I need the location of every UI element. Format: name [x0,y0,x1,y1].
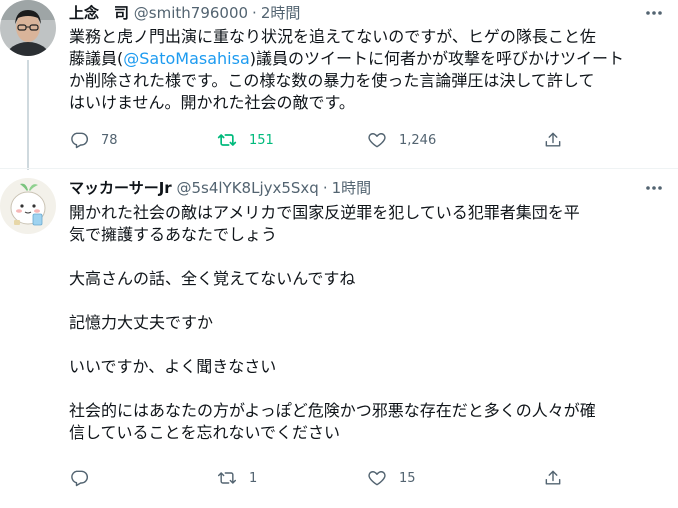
avatar[interactable] [0,0,56,56]
tweet-text: 業務と虎ノ門出演に重なり状況を追えてないのですが、ヒゲの隊長こと佐 藤議員(@S… [69,26,659,114]
tweet-actions: 1 15 [69,466,629,490]
timestamp[interactable]: 2時間 [261,4,301,22]
tweet-actions: 78 151 1,246 [69,128,629,152]
like-button[interactable]: 15 [367,466,416,490]
like-icon [367,468,387,488]
tweet-text: 開かれた社会の敵はアメリカで国家反逆罪を犯している犯罪者集団を平 気で擁護するあ… [69,203,596,442]
share-button[interactable] [543,466,575,490]
mention-link[interactable]: @SatoMasahisa [123,49,250,68]
share-icon [543,130,563,150]
reply-button[interactable] [69,466,101,490]
separator-dot: · [252,4,257,22]
share-icon [543,468,563,488]
reply-icon [69,468,89,488]
retweet-icon [217,468,237,488]
like-count: 1,246 [399,132,437,148]
display-name[interactable]: 上念 司 [69,4,129,22]
retweet-count: 1 [249,470,258,486]
tweet-2[interactable]: マッカーサーJr @5s4lYK8Ljyx5Sxq · 1時間 開かれた社会の敵はア… [0,168,678,508]
tweet-1[interactable]: 上念 司 @smith796000 · 2時間 業務と虎ノ門出演に重なり状況を追えて… [0,0,678,170]
more-icon[interactable] [644,6,664,20]
separator-dot: · [322,179,328,197]
share-button[interactable] [543,128,575,152]
retweet-icon [217,130,237,150]
like-icon [367,130,387,150]
like-count: 15 [399,470,416,486]
username[interactable]: @smith796000 [134,4,248,22]
like-button[interactable]: 1,246 [367,128,436,152]
timestamp[interactable]: 1時間 [332,179,372,197]
avatar[interactable] [0,178,56,234]
more-icon[interactable] [644,181,664,195]
retweet-count: 151 [249,132,274,148]
reply-button[interactable]: 78 [69,128,118,152]
reply-count: 78 [101,132,118,148]
username[interactable]: @5s4lYK8Ljyx5Sxq [176,179,318,197]
reply-icon [69,130,89,150]
thread-line [27,60,29,170]
retweet-button[interactable]: 1 [217,466,257,490]
tweet-header: 上念 司 @smith796000 · 2時間 [69,3,300,23]
tweet-header: マッカーサーJr @5s4lYK8Ljyx5Sxq · 1時間 [69,178,371,198]
retweet-button[interactable]: 151 [217,128,274,152]
display-name[interactable]: マッカーサーJr [69,179,172,197]
